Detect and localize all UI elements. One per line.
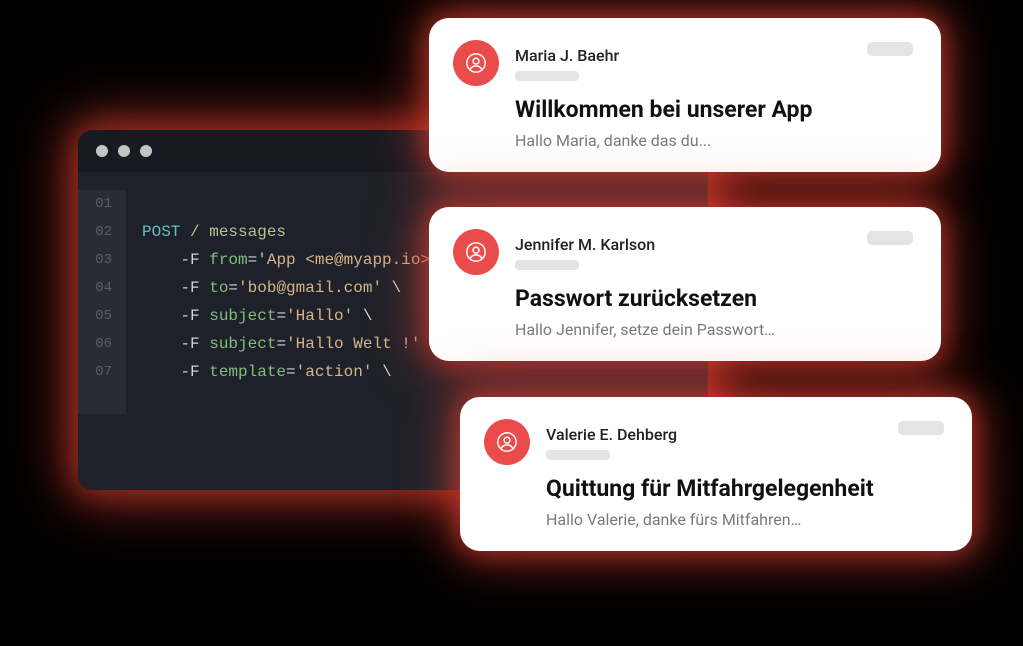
code-line: -F from='App <me@myapp.io>' \: [142, 251, 459, 269]
user-icon: [496, 431, 518, 453]
param-value: 'App <me@myapp.io>': [257, 251, 439, 269]
window-dot-maximize[interactable]: [140, 145, 152, 157]
param-value: 'Hallo': [286, 307, 353, 325]
flag: -F: [180, 279, 199, 297]
card-body: Quittung für Mitfahrgelegenheit Hallo Va…: [546, 475, 944, 529]
param-value: 'bob@gmail.com': [238, 279, 382, 297]
message-subject: Passwort zurücksetzen: [515, 285, 913, 314]
message-preview: Hallo Maria, danke das du...: [515, 131, 913, 150]
window-dot-close[interactable]: [96, 145, 108, 157]
line-number: 06: [78, 330, 120, 358]
meta-placeholder: [546, 450, 610, 460]
code-line: -F subject='Hallo Welt !' \: [142, 335, 440, 353]
avatar: [484, 419, 530, 465]
card-header: Valerie E. Dehberg: [484, 419, 944, 465]
message-preview: Hallo Jennifer, setze dein Passwort…: [515, 320, 913, 339]
avatar: [453, 40, 499, 86]
sender-block: Jennifer M. Karlson: [515, 235, 851, 270]
card-header: Jennifer M. Karlson: [453, 229, 913, 275]
line-number: 04: [78, 274, 120, 302]
line-number: 01: [78, 190, 120, 218]
flag: -F: [180, 307, 199, 325]
flag: -F: [180, 363, 199, 381]
param-key: subject: [209, 307, 276, 325]
code-line: -F subject='Hallo' \: [142, 307, 372, 325]
timestamp-placeholder: [867, 42, 913, 56]
param-key: from: [209, 251, 247, 269]
avatar: [453, 229, 499, 275]
meta-placeholder: [515, 71, 579, 81]
flag: -F: [180, 251, 199, 269]
card-header: Maria J. Baehr: [453, 40, 913, 86]
code-content: POST / messages -F from='App <me@myapp.i…: [126, 190, 459, 414]
window-dot-minimize[interactable]: [118, 145, 130, 157]
param-key: to: [209, 279, 228, 297]
sender-name: Maria J. Baehr: [515, 46, 851, 65]
message-preview: Hallo Valerie, danke fürs Mitfahren…: [546, 510, 944, 529]
sender-block: Valerie E. Dehberg: [546, 425, 882, 460]
code-line: -F template='action' \: [142, 363, 392, 381]
code-line: -F to='bob@gmail.com' \: [142, 279, 401, 297]
meta-placeholder: [515, 260, 579, 270]
param-value: 'Hallo Welt !': [286, 335, 420, 353]
sender-block: Maria J. Baehr: [515, 46, 851, 81]
line-continuation: \: [392, 279, 402, 297]
message-card[interactable]: Jennifer M. Karlson Passwort zurücksetze…: [429, 207, 941, 361]
sender-name: Valerie E. Dehberg: [546, 425, 882, 444]
line-continuation: \: [363, 307, 373, 325]
user-icon: [465, 241, 487, 263]
line-number: 07: [78, 358, 120, 386]
message-card[interactable]: Maria J. Baehr Willkommen bei unserer Ap…: [429, 18, 941, 172]
timestamp-placeholder: [898, 421, 944, 435]
card-body: Passwort zurücksetzen Hallo Jennifer, se…: [515, 285, 913, 339]
line-number: 05: [78, 302, 120, 330]
message-subject: Willkommen bei unserer App: [515, 96, 913, 125]
line-number: 02: [78, 218, 120, 246]
flag: -F: [180, 335, 199, 353]
timestamp-placeholder: [867, 231, 913, 245]
http-path: / messages: [190, 223, 286, 241]
param-key: subject: [209, 335, 276, 353]
line-continuation: \: [382, 363, 392, 381]
param-value: 'action': [296, 363, 373, 381]
message-card[interactable]: Valerie E. Dehberg Quittung für Mitfahrg…: [460, 397, 972, 551]
param-key: template: [209, 363, 286, 381]
code-line: POST / messages: [142, 223, 286, 241]
http-method: POST: [142, 223, 180, 241]
card-body: Willkommen bei unserer App Hallo Maria, …: [515, 96, 913, 150]
user-icon: [465, 52, 487, 74]
line-number: 03: [78, 246, 120, 274]
line-gutter: 01 02 03 04 05 06 07: [78, 190, 126, 414]
sender-name: Jennifer M. Karlson: [515, 235, 851, 254]
message-subject: Quittung für Mitfahrgelegenheit: [546, 475, 944, 504]
